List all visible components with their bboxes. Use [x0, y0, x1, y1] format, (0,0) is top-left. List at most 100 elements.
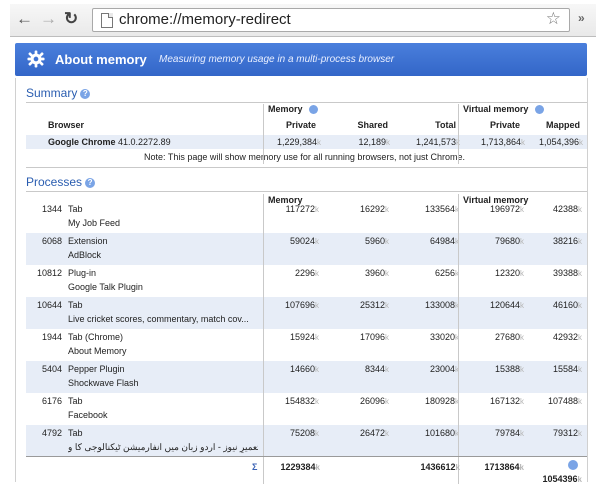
total-private: 1229384k	[258, 462, 321, 472]
help-icon[interactable]: ?	[85, 177, 96, 188]
bookmark-star-icon[interactable]: ☆	[546, 9, 561, 29]
virtual-memory-help-icon[interactable]	[535, 105, 544, 114]
processes-title-text: Processes	[26, 175, 83, 189]
summary-divider	[26, 102, 587, 103]
cell-shared: 3960k	[325, 268, 389, 278]
cell-value: 17096	[359, 332, 385, 342]
process-type: Tab (Chrome)	[68, 332, 124, 342]
cell-private: 14660k	[255, 364, 319, 374]
unit-label: k	[578, 397, 582, 406]
cell-private: 75208k	[255, 428, 319, 438]
col-private: Private	[285, 120, 316, 130]
cell-total: 6256k	[395, 268, 459, 278]
process-id: 1944	[41, 332, 62, 342]
cell-vprivate: 15388k	[460, 364, 524, 374]
cell-total: 180928k	[395, 396, 459, 406]
unit-label: k	[315, 463, 320, 472]
address-bar[interactable]: chrome://memory-redirect ☆	[92, 8, 570, 32]
unit-label: k	[315, 429, 319, 438]
unit-label: k	[385, 397, 389, 406]
page-header: About memory Measuring memory usage in a…	[15, 43, 587, 76]
process-type: Tab	[68, 204, 83, 214]
forward-arrow-icon[interactable]: →	[40, 9, 57, 29]
process-type: Tab	[68, 428, 83, 438]
cell-mapped: 39388k	[518, 268, 582, 278]
unit-label: k	[578, 301, 582, 310]
cell-value: 107488	[547, 396, 578, 406]
totals-divider	[26, 456, 587, 457]
cell-shared: 25312k	[325, 300, 389, 310]
cell-vprivate: 79680k	[460, 236, 524, 246]
process-description: Google Talk Plugin	[68, 282, 143, 292]
cell-private: 154832k	[255, 396, 319, 406]
total-virtual-private-value: 1713864	[484, 462, 520, 472]
cell-shared: 5960k	[325, 236, 389, 246]
page-icon	[101, 13, 113, 28]
summary-private: 1,229,384k	[250, 137, 321, 147]
summary-title-text: Summary	[26, 86, 78, 100]
cell-value: 75208	[289, 428, 315, 438]
cell-value: 154832	[284, 396, 315, 406]
url-text[interactable]: chrome://memory-redirect	[119, 11, 291, 28]
cell-total: 23004k	[395, 364, 459, 374]
cell-shared: 26096k	[325, 396, 389, 406]
cell-value: 26096	[359, 396, 385, 406]
unit-label: k	[578, 333, 582, 342]
cell-value: 46160	[552, 300, 578, 310]
process-id: 6068	[41, 236, 62, 246]
summary-private-value: 1,229,384	[276, 137, 317, 147]
col-browser: Browser	[48, 120, 85, 130]
back-arrow-icon[interactable]: ←	[16, 9, 33, 29]
total-virtual-private: 1713864k	[462, 462, 525, 472]
help-icon[interactable]	[568, 460, 578, 470]
unit-label: k	[578, 237, 582, 246]
unit-label: k	[385, 237, 389, 246]
reload-icon[interactable]: ↻	[64, 9, 78, 29]
cell-value: 23004	[429, 364, 455, 374]
summary-mapped-value: 1,054,396	[538, 137, 579, 147]
cell-value: 196972	[489, 204, 520, 214]
cell-mapped: 42388k	[518, 204, 582, 214]
column-divider	[263, 194, 264, 484]
cell-value: 117272	[285, 204, 315, 214]
cell-value: 42932	[552, 332, 578, 342]
process-description: Shockwave Flash	[68, 378, 139, 388]
help-icon[interactable]: ?	[80, 88, 91, 99]
unit-label: k	[385, 301, 389, 310]
page-title: About memory	[55, 52, 147, 67]
cell-value: 27680	[494, 332, 520, 342]
more-chevron-icon[interactable]: »	[578, 11, 585, 25]
gear-icon	[27, 50, 45, 68]
processes-section-title: Processes?	[26, 175, 96, 189]
cell-value: 64984	[429, 236, 455, 246]
unit-label: k	[455, 463, 460, 472]
cell-total: 133008k	[395, 300, 459, 310]
cell-mapped: 107488k	[518, 396, 582, 406]
cell-value: 8344	[364, 364, 385, 374]
unit-label: k	[315, 365, 319, 374]
unit-label: k	[315, 397, 319, 406]
cell-shared: 26472k	[325, 428, 389, 438]
process-id: 6176	[41, 396, 62, 406]
unit-label: k	[385, 365, 389, 374]
cell-value: 2296	[294, 268, 315, 278]
cell-value: 16292	[359, 204, 385, 214]
unit-label: k	[385, 333, 389, 342]
cell-value: 5960	[364, 236, 385, 246]
column-divider	[458, 104, 459, 164]
cell-private: 15924k	[255, 332, 319, 342]
summary-shared-value: 12,189	[358, 137, 386, 147]
total-mapped: 1054396k	[518, 474, 583, 484]
process-description: AdBlock	[68, 250, 102, 260]
col-mapped: Mapped	[545, 120, 580, 130]
unit-label: k	[579, 138, 583, 147]
unit-label: k	[578, 205, 582, 214]
total-total: 1436612k	[398, 462, 461, 472]
cell-vprivate: 79784k	[460, 428, 524, 438]
process-description: ماہنامہ تعمیرِ نیوز - اردو زبان میں انفا…	[68, 442, 258, 452]
memory-help-icon[interactable]	[309, 105, 318, 114]
cell-value: 15388	[494, 364, 520, 374]
process-type: Tab	[68, 300, 83, 310]
process-description: Live cricket scores, commentary, match c…	[68, 314, 249, 324]
cell-shared: 8344k	[325, 364, 389, 374]
